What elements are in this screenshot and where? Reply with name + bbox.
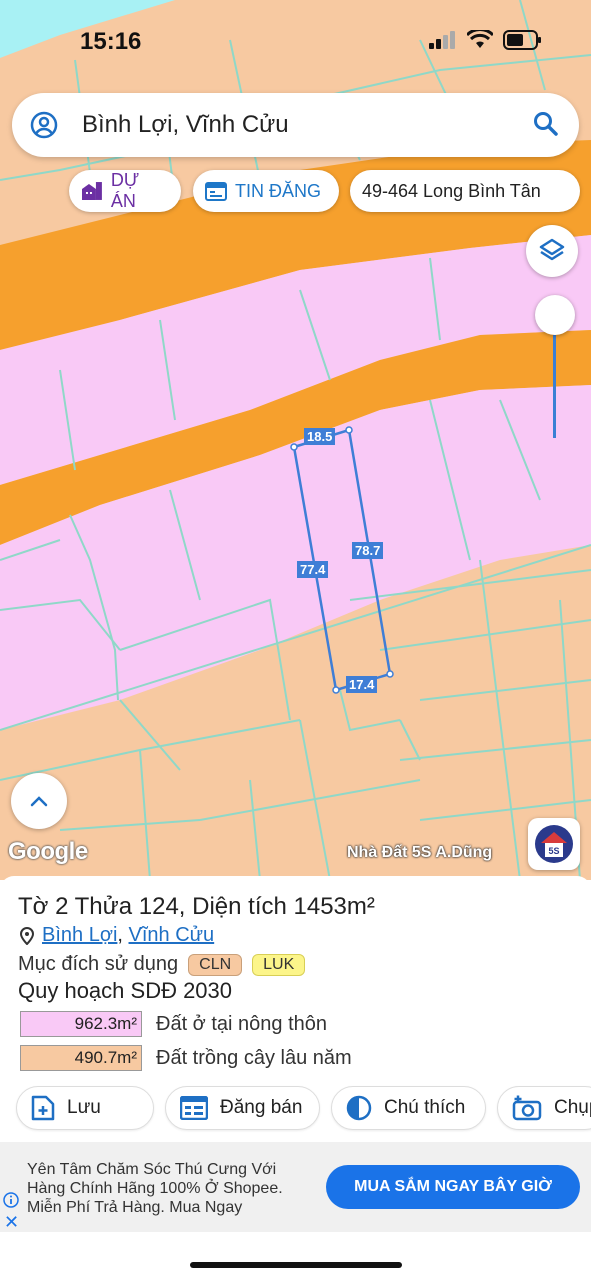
map-view[interactable]: 18.5 77.4 78.7 17.4 15:16 Bình Lợi, Vĩnh… (0, 0, 591, 880)
dimension-right-label: 78.7 (352, 542, 384, 559)
parcel-title-mid: , Diện tích (178, 893, 294, 920)
pin-icon (20, 926, 34, 945)
building-icon (81, 182, 102, 200)
address-chip[interactable]: 49-464 Long Bình Tân (350, 170, 580, 212)
save-label: Lưu (67, 1097, 101, 1118)
house-5s-icon: 5S (535, 825, 573, 863)
plan-row: 490.7m² Đất trồng cây lâu năm (20, 1045, 352, 1071)
dimension-top-label: 18.5 (304, 428, 336, 445)
plan-area-label: Đất trồng cây lâu năm (156, 1046, 352, 1069)
district-link[interactable]: Vĩnh Cửu (129, 924, 215, 946)
land-use-purpose: Mục đích sử dụng CLN LUK (18, 953, 306, 976)
layers-icon (539, 238, 565, 261)
tin-dang-label: TIN ĐĂNG (235, 180, 322, 201)
calendar-icon (205, 182, 227, 201)
address-label: 49-464 Long Bình Tân (362, 180, 541, 201)
opacity-slider-knob[interactable] (535, 295, 575, 335)
du-an-chip[interactable]: DỰ ÁN (69, 170, 181, 212)
expand-panel-button[interactable] (11, 773, 67, 829)
add-file-icon (31, 1095, 55, 1121)
brand-logo[interactable]: 5S (528, 818, 580, 870)
google-logo: Google (8, 838, 88, 865)
status-icons (429, 30, 543, 50)
ad-cta-button[interactable]: MUA SẮM NGAY BÂY GIỜ (326, 1165, 580, 1209)
battery-icon (503, 30, 541, 50)
ad-info-icon[interactable] (3, 1192, 19, 1208)
legend-label: Chú thích (384, 1097, 466, 1118)
purpose-label: Mục đích sử dụng (18, 953, 179, 975)
search-icon[interactable] (533, 111, 559, 137)
list-icon (180, 1096, 208, 1120)
post-button[interactable]: Đăng bán (165, 1086, 320, 1130)
status-bar: 15:16 (0, 0, 591, 80)
camera-icon (512, 1095, 542, 1121)
capture-label: Chụp (554, 1097, 591, 1118)
dimension-left-label: 77.4 (297, 561, 329, 578)
plan-area-value: 490.7m² (20, 1045, 142, 1071)
ward-link[interactable]: Bình Lợi (42, 924, 117, 946)
status-time: 15:16 (80, 28, 142, 55)
brand-badge-text: 5S (548, 846, 559, 856)
account-icon[interactable] (30, 111, 58, 139)
opacity-slider-track[interactable] (553, 335, 556, 438)
ad-text: Yên Tâm Chăm Sóc Thú Cưng Với Hàng Chính… (27, 1161, 283, 1216)
map-credit: Nhà Đất 5S A.Dũng (347, 844, 493, 861)
parcel-location: Bình Lợi, Vĩnh Cửu (20, 924, 214, 947)
parcel-title: Tờ 2 Thửa 124, Diện tích 1453m² (18, 893, 375, 921)
legend-button[interactable]: Chú thích (331, 1086, 486, 1130)
parcel-number: 124 (138, 893, 179, 920)
save-button[interactable]: Lưu (16, 1086, 154, 1130)
post-label: Đăng bán (220, 1097, 303, 1118)
location-separator: , (117, 924, 129, 946)
plan-row: 962.3m² Đất ở tại nông thôn (20, 1011, 327, 1037)
capture-button[interactable]: Chụp (497, 1086, 591, 1130)
search-input[interactable]: Bình Lợi, Vĩnh Cửu (82, 111, 289, 139)
signal-icon (429, 31, 455, 49)
purpose-tag-luk: LUK (252, 953, 306, 976)
plan-title: Quy hoạch SDĐ 2030 (18, 978, 233, 1003)
plan-area-label: Đất ở tại nông thôn (156, 1012, 328, 1035)
ad-close-icon[interactable]: ✕ (4, 1212, 19, 1233)
tin-dang-chip[interactable]: TIN ĐĂNG (193, 170, 339, 212)
purpose-tag-cln: CLN (188, 953, 243, 976)
search-bar[interactable]: Bình Lợi, Vĩnh Cửu (12, 93, 579, 157)
dimension-bottom-label: 17.4 (346, 676, 378, 693)
layers-button[interactable] (526, 225, 578, 277)
home-indicator[interactable] (190, 1262, 402, 1268)
chevron-up-icon (30, 796, 48, 807)
plan-area-value: 962.3m² (20, 1011, 142, 1037)
contrast-icon (346, 1095, 372, 1121)
du-an-label: DỰ ÁN (110, 170, 140, 211)
parcel-title-prefix: Tờ 2 Thửa (18, 893, 139, 920)
wifi-icon (467, 30, 493, 48)
parcel-area: 1453m² (293, 893, 375, 920)
